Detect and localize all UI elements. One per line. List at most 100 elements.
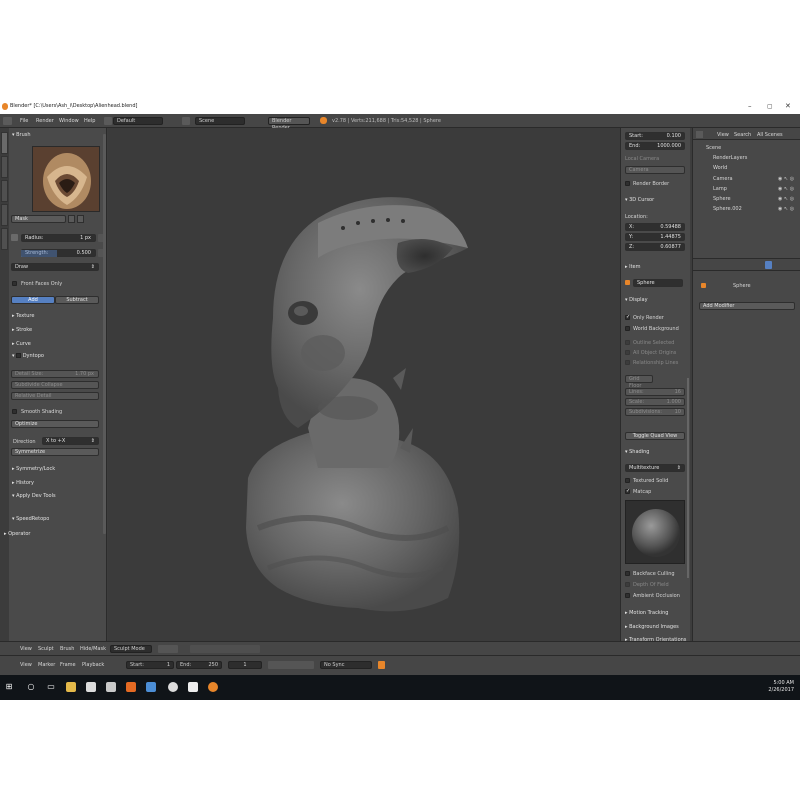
draw-mode-select[interactable]: Draw ⇕ xyxy=(11,263,99,271)
file-explorer-icon[interactable] xyxy=(66,682,76,692)
properties-shelf-scrollbar[interactable] xyxy=(687,378,689,578)
menu-file[interactable]: File xyxy=(20,118,28,124)
optimize-button[interactable]: Optimize xyxy=(11,420,99,428)
shading-panel-header[interactable]: ▾ Shading xyxy=(625,449,649,455)
add-button[interactable]: Add xyxy=(11,296,55,304)
grid-lines-field[interactable]: Lines: 16 xyxy=(625,388,685,396)
mode-select[interactable]: Sculpt Mode xyxy=(110,645,152,653)
item-panel-header[interactable]: ▸ Item xyxy=(625,264,641,270)
item-name-field[interactable]: Sphere xyxy=(633,279,683,287)
taskbar-clock[interactable]: 5:00 AM 2/26/2017 xyxy=(768,680,794,694)
tab-relations[interactable] xyxy=(1,228,8,250)
app-icon[interactable] xyxy=(188,682,198,692)
display-panel-header[interactable]: ▾ Display xyxy=(625,297,648,303)
subtract-button[interactable]: Subtract xyxy=(55,296,99,304)
matcap-checkbox[interactable] xyxy=(625,488,630,494)
outliner-item-scene[interactable]: Scene xyxy=(706,145,721,151)
timeline-menu-marker[interactable]: Marker xyxy=(38,662,55,668)
radius-unit-icon[interactable] xyxy=(11,234,18,241)
texture-panel-header[interactable]: ▸ Texture xyxy=(12,313,34,319)
menu-window[interactable]: Window xyxy=(59,118,79,124)
visibility-eye-icon[interactable]: ◉ ↖ ◎ xyxy=(778,206,794,212)
scene-select[interactable]: Scene xyxy=(195,117,245,125)
playback-controls[interactable] xyxy=(268,661,314,669)
brush-name-field[interactable]: Mask xyxy=(11,215,66,223)
layout-select[interactable]: Default xyxy=(113,117,163,125)
render-border-checkbox[interactable] xyxy=(625,181,630,186)
cursor-x-field[interactable]: X: 0.59488 xyxy=(625,223,685,231)
visibility-eye-icon[interactable]: ◉ ↖ ◎ xyxy=(778,176,794,182)
blender-taskbar-icon[interactable] xyxy=(208,682,218,692)
shading-mode-select[interactable]: Multitexture ⇕ xyxy=(625,464,685,472)
speed-retopo-panel-header[interactable]: ▾ SpeedRetopo xyxy=(12,516,49,522)
app-icon[interactable] xyxy=(106,682,116,692)
toggle-quad-view-button[interactable]: Toggle Quad View xyxy=(625,432,685,440)
depth-of-field-checkbox[interactable] xyxy=(625,582,630,587)
curve-panel-header[interactable]: ▸ Curve xyxy=(12,341,31,347)
background-images-panel-header[interactable]: ▸ Background Images xyxy=(625,624,679,630)
tab-options[interactable] xyxy=(1,156,8,178)
clip-start-field[interactable]: Start: 0.100 xyxy=(625,132,685,140)
timeline-menu-frame[interactable]: Frame xyxy=(60,662,76,668)
outliner-tab-view[interactable]: View xyxy=(717,132,729,138)
outliner-item-world[interactable]: World xyxy=(713,165,727,171)
outliner-item-sphere-002[interactable]: Sphere.002 xyxy=(713,206,742,212)
history-panel-header[interactable]: ▸ History xyxy=(12,480,34,486)
world-background-checkbox[interactable] xyxy=(625,326,630,331)
outliner-tab-all-scenes[interactable]: All Scenes xyxy=(757,132,783,138)
front-faces-checkbox[interactable] xyxy=(12,281,17,286)
menu-help[interactable]: Help xyxy=(84,118,95,124)
minimize-icon[interactable]: – xyxy=(748,102,752,110)
subdivide-collapse-select[interactable]: Subdivide Collapse xyxy=(11,381,99,389)
visibility-eye-icon[interactable]: ◉ ↖ ◎ xyxy=(778,196,794,202)
outline-selected-checkbox[interactable] xyxy=(625,340,630,345)
add-modifier-select[interactable]: Add Modifier xyxy=(699,302,795,310)
relationship-lines-checkbox[interactable] xyxy=(625,360,630,365)
cursor-y-field[interactable]: Y: 1.44875 xyxy=(625,233,685,241)
grid-subdivisions-field[interactable]: Subdivisions: 10 xyxy=(625,408,685,416)
brush-preview[interactable] xyxy=(32,146,100,212)
outliner-editor-icon[interactable] xyxy=(696,131,703,138)
menu-sculpt[interactable]: Sculpt xyxy=(38,646,54,652)
detail-size-field[interactable]: Detail Size: 1.70 px xyxy=(11,370,99,378)
scene-icon[interactable] xyxy=(182,117,190,125)
outliner-tab-search[interactable]: Search xyxy=(734,132,751,138)
symmetrize-button[interactable]: Symmetrize xyxy=(11,448,99,456)
current-frame-field[interactable]: 1 xyxy=(228,661,262,669)
outliner-item-renderlayers[interactable]: RenderLayers xyxy=(713,155,747,161)
layer-buttons[interactable] xyxy=(190,645,260,653)
visibility-eye-icon[interactable]: ◉ ↖ ◎ xyxy=(778,186,794,192)
search-icon[interactable]: ○ xyxy=(26,682,36,692)
brush-panel-header[interactable]: ▾ Brush xyxy=(12,132,31,138)
render-engine-select[interactable]: Blender Render xyxy=(268,117,310,131)
textured-solid-checkbox[interactable] xyxy=(625,478,630,483)
grid-scale-field[interactable]: Scale: 1.000 xyxy=(625,398,685,406)
start-frame-field[interactable]: Start: 1 xyxy=(126,661,174,669)
outliner-item-lamp[interactable]: Lamp xyxy=(713,186,727,192)
menu-hide-mask[interactable]: Hide/Mask xyxy=(80,646,106,652)
modifier-tab-icon[interactable] xyxy=(765,261,772,269)
local-camera-select[interactable]: Camera xyxy=(625,166,685,174)
maximize-icon[interactable]: ▢ xyxy=(767,103,773,110)
relative-detail-select[interactable]: Relative Detail xyxy=(11,392,99,400)
direction-select[interactable]: X to +X ⇕ xyxy=(42,437,99,445)
timeline-menu-view[interactable]: View xyxy=(20,662,32,668)
record-icon[interactable] xyxy=(378,661,385,669)
sync-select[interactable]: No Sync xyxy=(320,661,372,669)
fake-user-button[interactable] xyxy=(68,215,75,223)
matcap-preview[interactable] xyxy=(625,500,685,564)
new-brush-button[interactable] xyxy=(77,215,84,223)
end-frame-field[interactable]: End: 250 xyxy=(176,661,222,669)
viewport-shading-select[interactable] xyxy=(158,645,178,653)
apply-dev-tools-panel-header[interactable]: ▾ Apply Dev Tools xyxy=(12,493,56,499)
menu-view[interactable]: View xyxy=(20,646,32,652)
tab-tools[interactable] xyxy=(1,132,8,154)
stroke-panel-header[interactable]: ▸ Stroke xyxy=(12,327,32,333)
radius-slider[interactable]: Radius: 1 px xyxy=(21,234,96,242)
grid-floor-toggle[interactable]: Grid Floor xyxy=(625,375,653,389)
cursor-z-field[interactable]: Z: 0.60877 xyxy=(625,243,685,251)
task-view-icon[interactable]: ▭ xyxy=(46,682,56,692)
chrome-icon[interactable] xyxy=(146,682,156,692)
close-icon[interactable]: ✕ xyxy=(785,102,791,110)
motion-tracking-panel-header[interactable]: ▸ Motion Tracking xyxy=(625,610,668,616)
